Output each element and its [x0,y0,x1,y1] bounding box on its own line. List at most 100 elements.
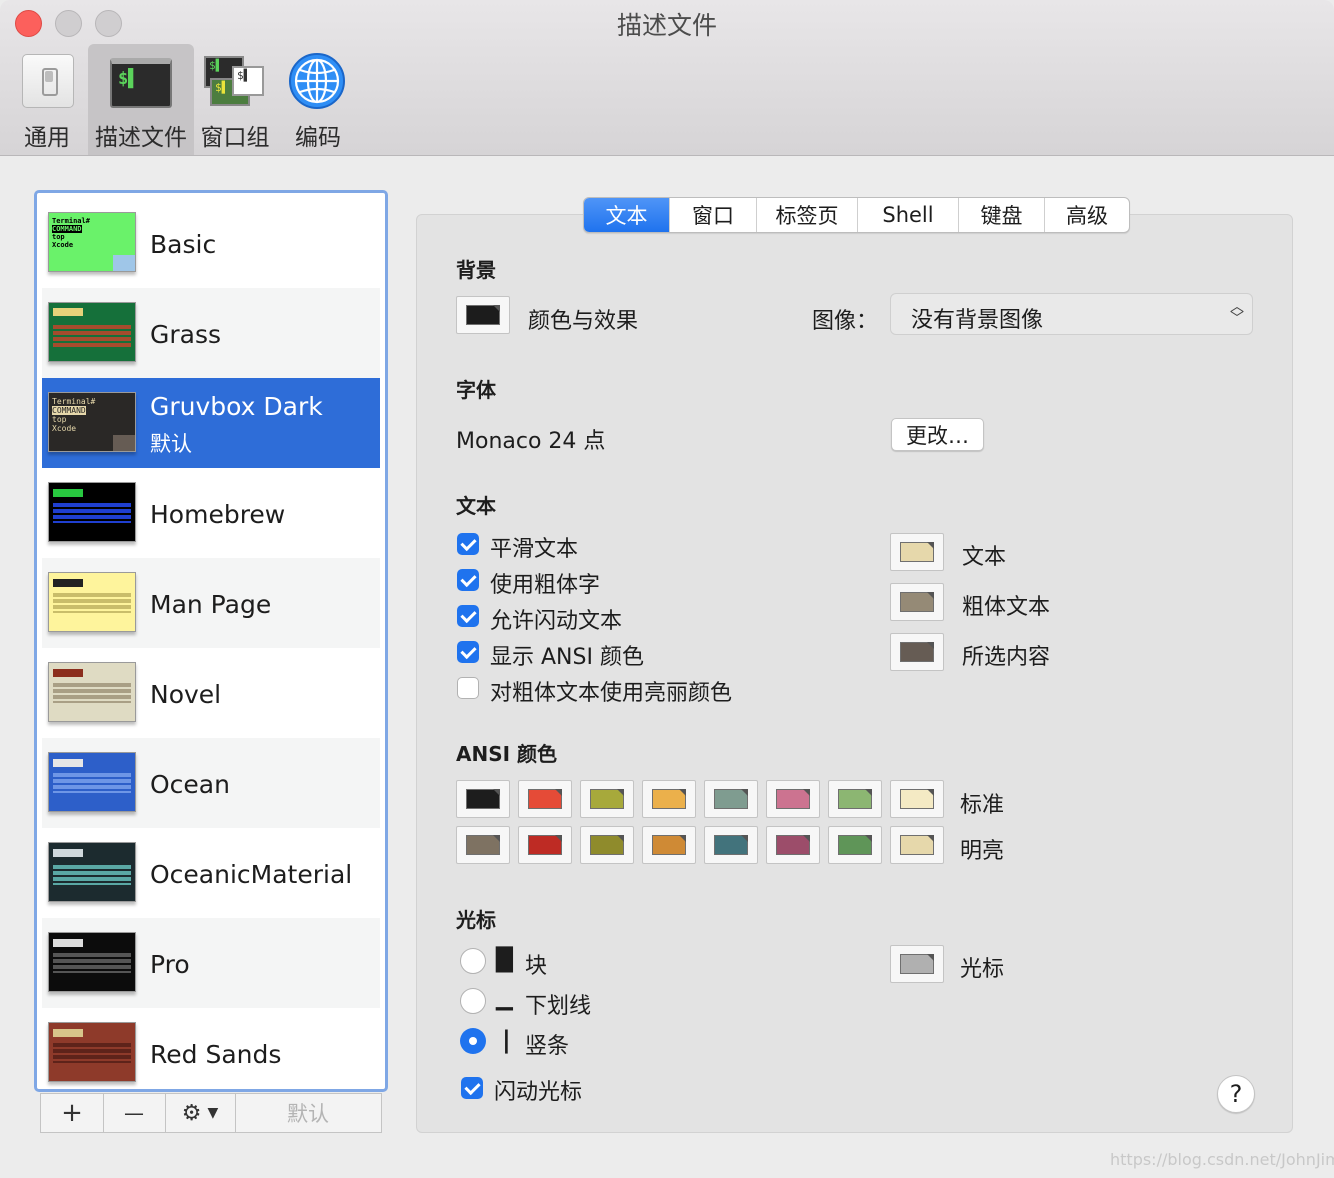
tab-tab[interactable]: 标签页 [757,198,858,232]
ansi-normal-color-fill [776,789,810,809]
cursor-block-radio[interactable] [460,948,486,974]
profile-basic[interactable]: Terminal# COMMAND top Xcode Basic [42,198,380,288]
chevron-down-icon: ▼ [207,1105,219,1121]
tab-keyboard[interactable]: 键盘 [959,198,1045,232]
set-default-button[interactable]: 默认 [235,1094,381,1132]
profile-name: Homebrew [150,500,286,529]
change-font-button[interactable]: 更改… [891,418,984,451]
ansi-bright-color-well-7[interactable] [890,826,944,864]
profile-name: Basic [150,230,217,259]
profile-man-page[interactable]: Man Page [42,558,380,648]
selection-color-well[interactable] [890,633,944,671]
bright-bold-checkbox[interactable] [457,677,479,699]
ansi-normal-color-well-5[interactable] [766,780,820,818]
profile-name: Man Page [150,590,272,619]
toolbar-label-window-groups: 窗口组 [200,125,270,151]
toolbar-label-general: 通用 [24,125,70,151]
profile-name: Red Sands [150,1040,282,1069]
ansi-bright-color-well-6[interactable] [828,826,882,864]
window-title: 描述文件 [616,11,717,40]
add-profile-button[interactable]: + [41,1094,104,1132]
updown-chevron-icon: ︿ ﹀ [1230,299,1244,327]
toolbar-window-groups[interactable]: $▌ $▌ $▌ 窗口组 [200,44,270,155]
default-badge: 默认 [150,432,192,456]
ansi-colors-checkbox[interactable] [457,641,479,663]
ansi-bright-color-well-2[interactable] [580,826,634,864]
ansi-normal-color-well-0[interactable] [456,780,510,818]
profile-thumbnail [48,302,136,362]
gear-menu-button[interactable]: ⚙ ▼ [165,1094,236,1132]
smooth-text-checkbox[interactable] [457,533,479,555]
thumb-line: Xcode [52,424,77,433]
selection-color-fill [900,642,934,662]
cursor-color-well[interactable] [890,945,944,983]
tab-text[interactable]: 文本 [584,198,670,232]
bold-fonts-checkbox[interactable] [457,569,479,591]
toolbar-label-profiles: 描述文件 [95,125,187,151]
background-image-select[interactable]: 没有背景图像 ︿ ﹀ [890,293,1253,335]
ansi-bright-color-fill [652,835,686,855]
profile-thumbnail [48,662,136,722]
profile-name: Pro [150,950,190,979]
block-cursor-icon: █ [496,948,513,973]
ansi-normal-color-well-6[interactable] [828,780,882,818]
profile-oceanicmaterial[interactable]: OceanicMaterial [42,828,380,918]
tab-advanced[interactable]: 高级 [1045,198,1129,232]
bold-text-color-well[interactable] [890,583,944,621]
ansi-bright-color-well-0[interactable] [456,826,510,864]
toolbar-encodings[interactable]: 编码 [282,44,354,155]
cursor-bar-radio[interactable] [460,1028,486,1054]
terminal-icon: $▌ [110,58,172,108]
tab-window[interactable]: 窗口 [670,198,757,232]
ansi-normal-color-fill [900,789,934,809]
ansi-normal-color-well-4[interactable] [704,780,758,818]
profile-thumbnail [48,1022,136,1082]
thumb-line: Terminal# [52,397,96,406]
ansi-bright-color-fill [590,835,624,855]
image-label: 图像： [812,309,879,334]
background-image-value: 没有背景图像 [911,308,1044,333]
thumb-line: Terminal# [52,217,90,225]
text-color-well[interactable] [890,533,944,571]
ansi-bright-color-fill [776,835,810,855]
tab-shell[interactable]: Shell [858,198,959,232]
toolbar-profiles[interactable]: $▌ 描述文件 [88,44,194,155]
cursor-bar-label: 竖条 [525,1034,570,1059]
ansi-normal-color-well-7[interactable] [890,780,944,818]
profile-red-sands[interactable]: Red Sands [42,1008,380,1089]
watermark: https://blog.csdn.net/JohnJim0 [1110,1150,1334,1169]
cursor-underline-radio[interactable] [460,988,486,1014]
ansi-bright-color-well-5[interactable] [766,826,820,864]
toolbar-general[interactable]: 通用 [14,44,80,155]
profile-thumbnail [48,752,136,812]
ansi-bright-color-well-3[interactable] [642,826,696,864]
blink-text-checkbox[interactable] [457,605,479,627]
ansi-bright-color-well-4[interactable] [704,826,758,864]
ansi-normal-color-well-3[interactable] [642,780,696,818]
profile-homebrew[interactable]: Homebrew [42,468,380,558]
ansi-normal-color-fill [652,789,686,809]
ansi-bright-color-fill [466,835,500,855]
remove-profile-button[interactable]: — [103,1094,166,1132]
cursor-color-fill [900,954,934,974]
ansi-bright-color-well-1[interactable] [518,826,572,864]
profile-gruvbox-dark[interactable]: Terminal# COMMAND top Xcode Gruvbox Dark… [42,378,380,468]
blink-cursor-checkbox[interactable] [461,1077,483,1099]
background-color-well[interactable] [456,296,510,334]
text-heading: 文本 [456,494,496,518]
title-bar: 描述文件 通用 $▌ 描述文件 $▌ $▌ $▌ 窗口组 编码 [0,0,1334,156]
ansi-normal-color-well-1[interactable] [518,780,572,818]
cursor-block-label: 块 [525,954,548,979]
thumb-line: Xcode [52,241,74,249]
profiles-list[interactable]: Terminal# COMMAND top Xcode Basic Grass … [34,190,388,1092]
profile-novel[interactable]: Novel [42,648,380,738]
switch-icon [22,54,74,108]
profile-pro[interactable]: Pro [42,918,380,1008]
profile-grass[interactable]: Grass [42,288,380,378]
ansi-normal-color-well-2[interactable] [580,780,634,818]
help-button[interactable]: ? [1217,1075,1255,1113]
font-heading: 字体 [456,378,496,402]
background-color-fill [466,305,500,325]
ansi-normal-color-fill [838,789,872,809]
profile-ocean[interactable]: Ocean [42,738,380,828]
